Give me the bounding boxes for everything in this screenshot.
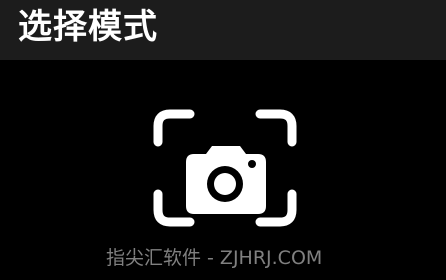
camera-scan-icon (153, 109, 297, 227)
viewfinder-top-left-corner (153, 109, 195, 147)
page-title: 选择模式 (18, 7, 158, 47)
mode-select-screen: 选择模式 指尖汇软件 - ZJHRJ.COM (0, 0, 446, 280)
viewfinder-top-right-corner (255, 109, 297, 147)
viewfinder-bottom-left-corner (153, 189, 195, 227)
camera-scan-button[interactable] (152, 108, 298, 228)
title-bar: 选择模式 (0, 0, 446, 60)
watermark-text: 指尖汇软件 - ZJHRJ.COM (106, 247, 323, 269)
camera-flash-dot (248, 160, 256, 168)
